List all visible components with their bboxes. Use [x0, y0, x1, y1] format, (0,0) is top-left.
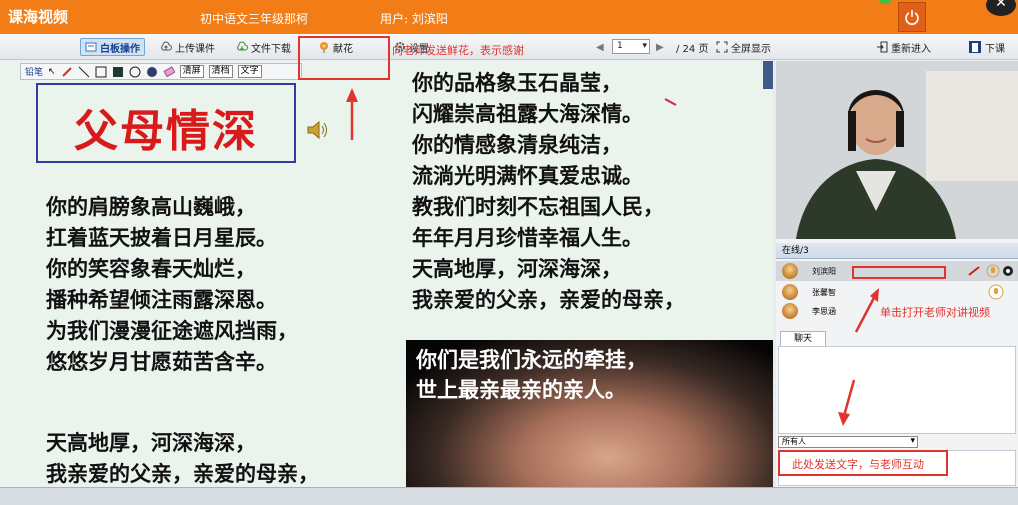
power-button[interactable]: [898, 2, 926, 32]
flower-annotation: 向老师发送鲜花，表示感谢: [392, 44, 524, 57]
up-arrow-icon: [854, 288, 879, 333]
page-total: / 24 页: [676, 43, 709, 55]
video-camera-icon[interactable]: [1002, 264, 1014, 278]
power-icon: [905, 10, 919, 25]
photo-caption-line: 世上最亲最亲的亲人。: [416, 377, 626, 402]
pencil-icon[interactable]: [61, 66, 73, 78]
reenter-button[interactable]: 重新进入: [876, 38, 931, 56]
video-feed[interactable]: [776, 61, 1018, 239]
poem-line: 你的肩膀象高山巍峨，: [46, 194, 256, 219]
download-cloud-icon: [237, 41, 248, 51]
rectangle-tool-icon[interactable]: [95, 66, 107, 78]
pen-mark-icon: [664, 98, 677, 106]
circle-tool-icon[interactable]: [129, 66, 141, 78]
text-tool-button[interactable]: 文字: [237, 65, 262, 78]
slide-title: 父母情深: [74, 106, 258, 157]
video-annotation: 单击打开老师对讲视频: [880, 306, 990, 319]
fullscreen-button[interactable]: 全屏显示: [716, 38, 771, 56]
microphone-icon[interactable]: [986, 263, 1000, 279]
poem-line: 你的笑容象春天灿烂，: [46, 256, 256, 281]
clear-screen-button[interactable]: 清屏: [179, 65, 204, 78]
video-highlight-box: [852, 266, 946, 279]
poem-line: 悠悠岁月甘愿茹苦含辛。: [46, 349, 277, 374]
poem-line: 天高地厚，河深海深，: [412, 256, 622, 281]
pointer-icon[interactable]: ↖: [48, 67, 56, 77]
poem-line: 播种希望倾注雨露深恩。: [46, 287, 277, 312]
filled-rectangle-icon[interactable]: [112, 66, 124, 78]
leave-class-label: 下课: [985, 43, 1005, 55]
chat-tab[interactable]: 聊天: [780, 331, 826, 347]
poem-line: 年年月月珍惜幸福人生。: [412, 225, 643, 250]
baby-hand-photo: 你们是我们永远的牵挂， 世上最亲最亲的亲人。: [406, 340, 773, 487]
eraser-icon[interactable]: [162, 65, 175, 78]
app-title: 课海视频: [8, 8, 69, 26]
down-arrow-icon: [838, 379, 856, 426]
pen-mode-label[interactable]: 铅笔: [25, 65, 43, 78]
user-row-name: 刘滨阳: [812, 266, 836, 276]
clear-doc-button[interactable]: 清档: [208, 65, 233, 78]
whiteboard-label: 白板操作: [100, 43, 140, 55]
photo-caption-line: 你们是我们永远的牵挂，: [416, 347, 647, 372]
user-row[interactable]: 张馨智: [776, 282, 1018, 302]
status-indicator: [878, 0, 892, 4]
avatar: [782, 263, 798, 279]
pen-permission-icon[interactable]: [968, 266, 980, 276]
teacher-video-icon: [776, 61, 1018, 239]
drawing-toolbar: 铅笔 ↖ 清屏 清档 文字: [20, 63, 302, 80]
line-tool-icon[interactable]: [78, 66, 90, 78]
download-button[interactable]: 文件下载: [236, 38, 291, 56]
page-select[interactable]: 1: [612, 39, 650, 54]
poem-line: 为我们漫漫征途遮风挡雨，: [46, 318, 298, 343]
poem-line: 教我们时刻不忘祖国人民，: [412, 194, 664, 219]
prev-page-arrow[interactable]: ◀: [596, 38, 604, 56]
status-bar: [0, 487, 1018, 505]
microphone-icon[interactable]: [988, 284, 1004, 300]
app-window: 课海视频 初中语文三年级那柯 用户: 刘滨阳 ✕ 白板操作 上传课件 文件下载 …: [0, 0, 1018, 505]
whiteboard-button[interactable]: 白板操作: [80, 38, 145, 56]
slide-title-box: 父母情深: [36, 83, 296, 163]
chat-messages: [778, 346, 1016, 434]
poem-line: 流淌光明满怀真爱忠诚。: [412, 163, 643, 188]
flower-highlight-box: [298, 36, 390, 80]
poem-right-column: 你的品格象玉石晶莹， 闪耀崇高祖露大海深情。 你的情感象清泉纯洁， 流淌光明满怀真爱忠…: [412, 67, 685, 315]
user-row-name: 张馨智: [812, 287, 836, 297]
reenter-label: 重新进入: [891, 43, 931, 55]
poem-line: 我亲爱的父亲，亲爱的母亲，: [412, 287, 685, 312]
next-page-arrow[interactable]: ▶: [656, 38, 664, 56]
avatar: [782, 303, 798, 319]
exit-door-icon: [969, 41, 981, 53]
poem-line: 闪耀崇高祖露大海深情。: [412, 101, 643, 126]
chat-annotation: 此处发送文字，与老师互动: [792, 458, 924, 471]
speaker-icon[interactable]: [306, 119, 330, 141]
close-button[interactable]: ✕: [986, 0, 1016, 16]
user-name: 用户: 刘滨阳: [380, 12, 448, 26]
filled-circle-icon[interactable]: [146, 66, 158, 78]
slide-scrollbar[interactable]: [763, 61, 773, 89]
courseware-slide[interactable]: 父母情深 你的肩膀象高山巍峨， 扛着蓝天披着日月星辰。 你的笑容象春天灿烂， 播种希望…: [0, 61, 773, 487]
recipient-select[interactable]: 所有人: [778, 436, 918, 448]
leave-class-button[interactable]: 下课: [968, 38, 1005, 56]
title-bar: 课海视频 初中语文三年级那柯 用户: 刘滨阳 ✕: [0, 0, 1018, 34]
online-users-header[interactable]: 在线/3: [776, 243, 1018, 259]
upload-label: 上传课件: [175, 43, 215, 55]
poem-line: 扛着蓝天披着日月星辰。: [46, 225, 277, 250]
poem-left-column: 你的肩膀象高山巍峨， 扛着蓝天披着日月星辰。 你的笑容象春天灿烂， 播种希望倾注雨露深…: [46, 191, 298, 377]
fullscreen-label: 全屏显示: [731, 43, 771, 55]
upload-button[interactable]: 上传课件: [160, 38, 215, 56]
poem-line: 你的品格象玉石晶莹，: [412, 70, 622, 95]
poem-line: 天高地厚，河深海深，: [46, 430, 256, 455]
fullscreen-icon: [716, 41, 728, 53]
enter-icon: [877, 41, 888, 53]
poem-line: 你的情感象清泉纯洁，: [412, 132, 622, 157]
whiteboard-icon: [85, 42, 97, 52]
close-icon: ✕: [995, 0, 1007, 11]
download-label: 文件下载: [251, 43, 291, 55]
upload-cloud-icon: [161, 41, 172, 51]
poem-left-column-second: 天高地厚，河深海深， 我亲爱的父亲，亲爱的母亲，: [46, 427, 319, 487]
poem-line: 我亲爱的父亲，亲爱的母亲，: [46, 461, 319, 486]
avatar: [782, 284, 798, 300]
user-row-name: 李思涵: [812, 306, 836, 316]
up-arrow-icon: [346, 88, 358, 140]
course-name: 初中语文三年级那柯: [200, 12, 309, 26]
